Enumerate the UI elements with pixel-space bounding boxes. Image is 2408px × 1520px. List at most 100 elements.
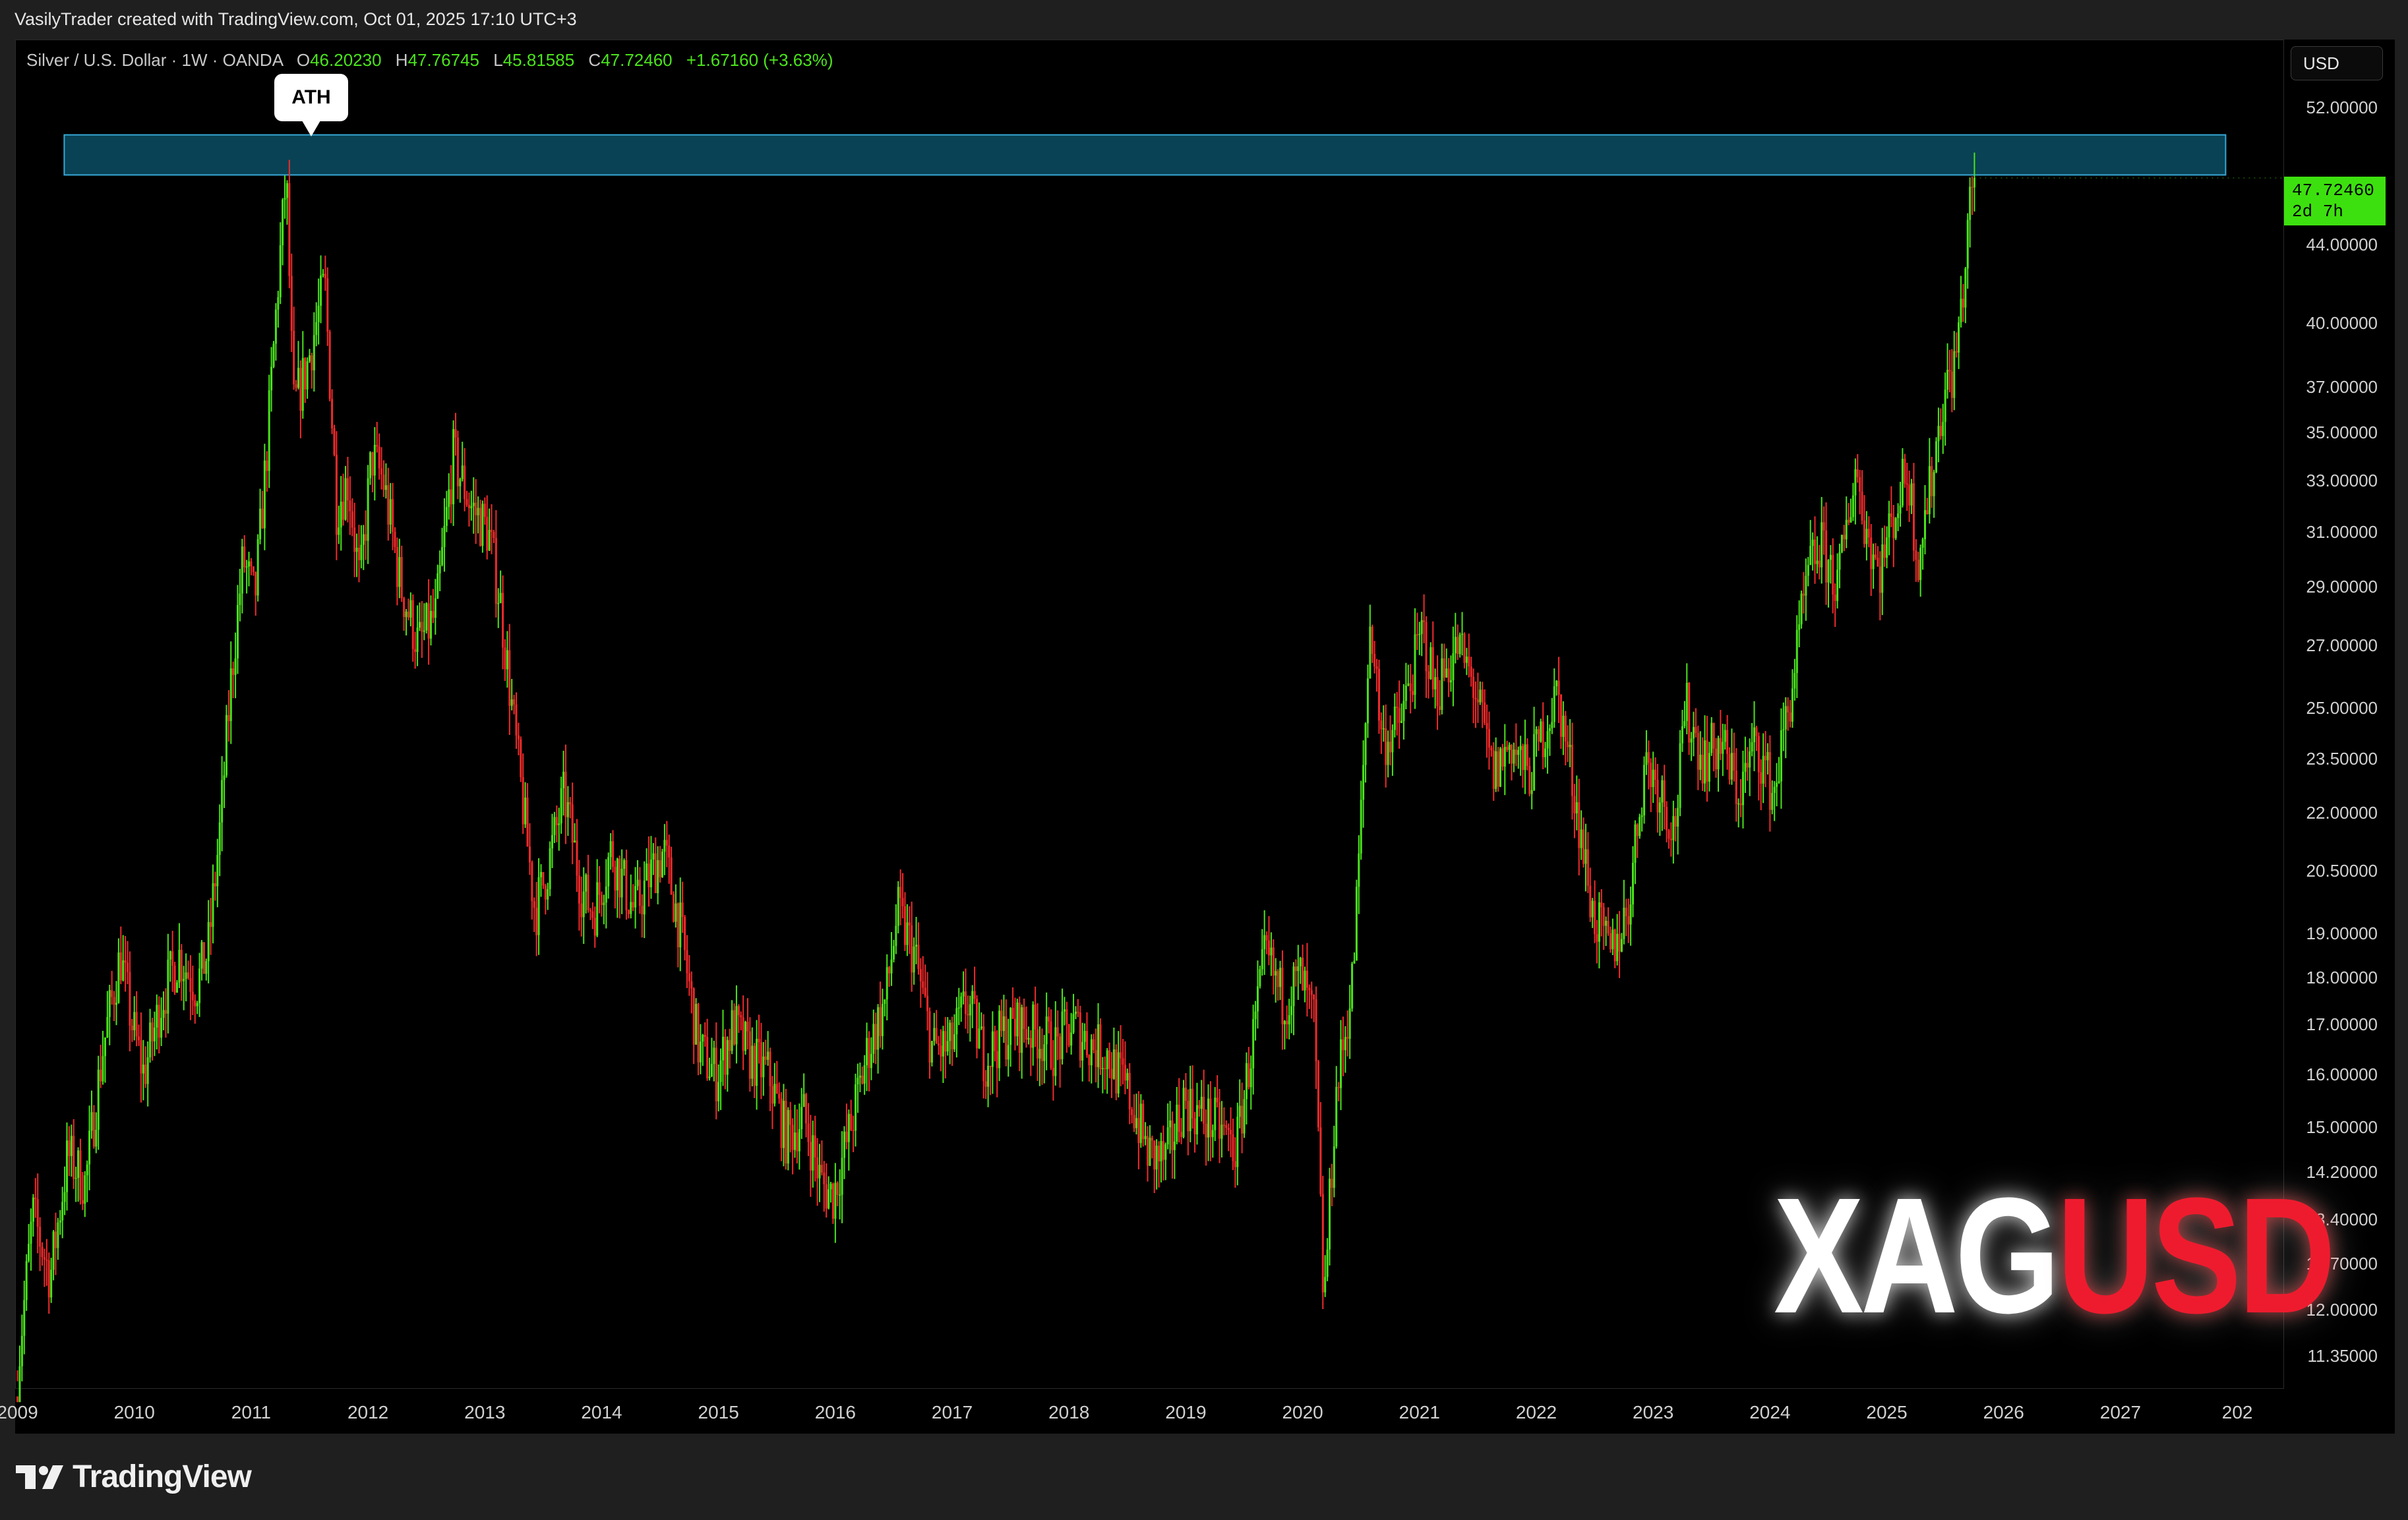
candle-body	[1730, 753, 1733, 780]
currency-button[interactable]: USD	[2291, 46, 2383, 80]
candle-body	[1809, 546, 1812, 566]
candle-body	[1454, 637, 1457, 653]
candle-body	[1652, 769, 1654, 788]
candle-body	[1881, 544, 1884, 593]
candle-body	[1964, 268, 1967, 308]
candle-body	[1310, 990, 1313, 995]
candle-body	[1962, 299, 1964, 308]
candle-body	[1465, 657, 1468, 663]
candle-body	[1616, 933, 1619, 962]
candle-body	[1578, 802, 1580, 848]
resistance-zone[interactable]	[63, 134, 2227, 176]
candle-body	[1647, 752, 1650, 763]
ath-label[interactable]: ATH	[274, 74, 348, 121]
candle-body	[396, 546, 398, 587]
candle-body	[1668, 830, 1670, 839]
candle-body	[1706, 740, 1708, 782]
candle-body	[1513, 749, 1515, 764]
candle-body	[1270, 947, 1273, 956]
candle-body	[930, 1041, 933, 1063]
candle-body	[466, 499, 468, 505]
candle-body	[340, 502, 342, 528]
candle-body	[609, 841, 612, 858]
candle-body	[261, 508, 264, 529]
candle-body	[1018, 1002, 1021, 1053]
candle-body	[1501, 748, 1504, 767]
candle-body	[346, 478, 349, 501]
candle-body	[980, 1026, 982, 1029]
candle-body	[313, 335, 315, 370]
candle-body	[434, 598, 436, 618]
candle-body	[200, 942, 203, 969]
candle-body	[1755, 727, 1758, 736]
candle-body	[1176, 1104, 1178, 1142]
candle-body	[638, 879, 641, 906]
candle-body	[1596, 934, 1598, 942]
candle-body	[1508, 744, 1511, 750]
candle-body	[1369, 626, 1371, 679]
candle-body	[829, 1183, 832, 1190]
candle-body	[45, 1259, 48, 1261]
candle-body	[245, 566, 248, 568]
candle-body	[1160, 1141, 1162, 1161]
candle-body	[807, 1123, 810, 1142]
candle-body	[272, 343, 275, 367]
candle-body	[659, 860, 661, 877]
candle-body	[250, 561, 253, 567]
candle-body	[1304, 970, 1306, 991]
candle-body	[1821, 522, 1823, 568]
candle-body	[560, 788, 562, 824]
candle-body	[1209, 1098, 1212, 1138]
candle-body	[1142, 1103, 1145, 1140]
candle-body	[445, 507, 448, 526]
candle-body	[578, 875, 580, 904]
candle-body	[1182, 1088, 1185, 1138]
candle-body	[1459, 634, 1461, 655]
candle-body	[1412, 691, 1414, 695]
candle-body	[1690, 738, 1693, 743]
candle-body	[996, 1051, 998, 1068]
candle-body	[1559, 694, 1562, 737]
candle-body	[1023, 1007, 1025, 1030]
candle-body	[1832, 554, 1834, 595]
candle-body	[1371, 626, 1373, 655]
candle-body	[1115, 1049, 1118, 1094]
candle-body	[160, 1018, 163, 1038]
tradingview-logo[interactable]: TradingView	[16, 1459, 252, 1495]
candle-body	[1704, 740, 1706, 784]
candle-body	[255, 571, 257, 596]
candle-body	[328, 332, 331, 399]
candle-body	[847, 1113, 850, 1142]
candle-body	[553, 817, 556, 835]
candle-body	[288, 183, 291, 276]
candle-body	[1450, 680, 1453, 683]
candle-body	[1553, 686, 1555, 722]
candle-body	[933, 1028, 936, 1041]
high-label: H	[395, 50, 408, 70]
candle-body	[802, 1094, 805, 1107]
candle-body	[1749, 751, 1751, 768]
candle-body	[290, 276, 293, 332]
candle-body	[841, 1157, 843, 1195]
candle-body	[1584, 849, 1587, 864]
candle-body	[1101, 1068, 1104, 1070]
candle-body	[1737, 803, 1740, 805]
candle-body	[1486, 722, 1488, 729]
candle-body	[1654, 769, 1657, 780]
candle-body	[68, 1140, 71, 1156]
candle-body	[1249, 1068, 1252, 1088]
candle-body	[277, 297, 280, 310]
candle-body	[1674, 816, 1677, 827]
candle-body	[360, 544, 363, 560]
candle-body	[1894, 517, 1897, 539]
candle-body	[1272, 947, 1275, 976]
candle-body	[1825, 530, 1828, 583]
candle-body	[70, 1136, 73, 1156]
candle-body	[535, 908, 538, 935]
candle-body	[1677, 807, 1679, 827]
candle-body	[1398, 708, 1400, 723]
candle-body	[1077, 1011, 1079, 1013]
candle-body	[675, 903, 677, 922]
candle-body	[663, 840, 666, 852]
candle-body	[1277, 971, 1279, 987]
